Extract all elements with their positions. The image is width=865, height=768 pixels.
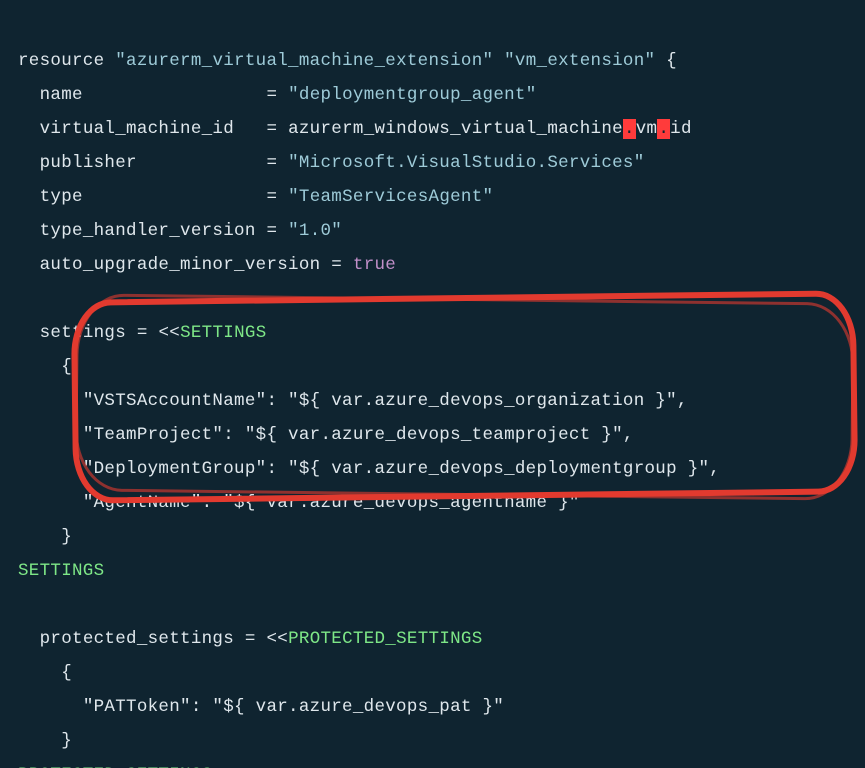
- attr-publisher-key: publisher: [40, 153, 137, 173]
- protected-json-close: }: [61, 731, 72, 751]
- error-dot-2: .: [657, 119, 670, 139]
- attr-type-val: "TeamServicesAgent": [288, 187, 493, 207]
- attr-aumv-val: true: [353, 255, 396, 275]
- heredoc-open: <<: [158, 323, 180, 343]
- vmid-ref-pre: azurerm_windows_virtual_machine: [288, 119, 623, 139]
- heredoc-open-2: <<: [266, 629, 288, 649]
- heredoc-settings-tag-open: SETTINGS: [180, 323, 266, 343]
- heredoc-protected-tag-open: PROTECTED_SETTINGS: [288, 629, 482, 649]
- error-dot-1: .: [623, 119, 636, 139]
- eq: =: [137, 323, 148, 343]
- settings-line-1: "VSTSAccountName": "${ var.azure_devops_…: [83, 391, 688, 411]
- vmid-ref-mid: vm: [636, 119, 658, 139]
- attr-settings-key: settings: [40, 323, 126, 343]
- attr-thv-key: type_handler_version: [40, 221, 256, 241]
- eq: =: [245, 629, 256, 649]
- resource-name: "vm_extension": [504, 51, 655, 71]
- resource-type: "azurerm_virtual_machine_extension": [115, 51, 493, 71]
- eq: =: [266, 221, 277, 241]
- protected-line-1: "PATToken": "${ var.azure_devops_pat }": [83, 697, 504, 717]
- eq: =: [266, 85, 277, 105]
- attr-vmid-key: virtual_machine_id: [40, 119, 234, 139]
- brace-open: {: [666, 51, 677, 71]
- eq: =: [266, 153, 277, 173]
- attr-name-key: name: [40, 85, 83, 105]
- eq: =: [331, 255, 342, 275]
- settings-json-close: }: [61, 527, 72, 547]
- attr-thv-val: "1.0": [288, 221, 342, 241]
- eq: =: [266, 187, 277, 207]
- attr-publisher-val: "Microsoft.VisualStudio.Services": [288, 153, 644, 173]
- code-block: resource "azurerm_virtual_machine_extens…: [0, 0, 865, 768]
- attr-name-val: "deploymentgroup_agent": [288, 85, 536, 105]
- heredoc-settings-tag-close: SETTINGS: [18, 561, 104, 581]
- settings-line-3: "DeploymentGroup": "${ var.azure_devops_…: [83, 459, 720, 479]
- settings-line-2: "TeamProject": "${ var.azure_devops_team…: [83, 425, 634, 445]
- attr-aumv-key: auto_upgrade_minor_version: [40, 255, 321, 275]
- protected-json-open: {: [61, 663, 72, 683]
- settings-json-open: {: [61, 357, 72, 377]
- kw-resource: resource: [18, 51, 104, 71]
- attr-protected-key: protected_settings: [40, 629, 234, 649]
- vmid-ref-suf: id: [670, 119, 692, 139]
- eq: =: [266, 119, 277, 139]
- attr-type-key: type: [40, 187, 83, 207]
- settings-line-4: "AgentName": "${ var.azure_devops_agentn…: [83, 493, 580, 513]
